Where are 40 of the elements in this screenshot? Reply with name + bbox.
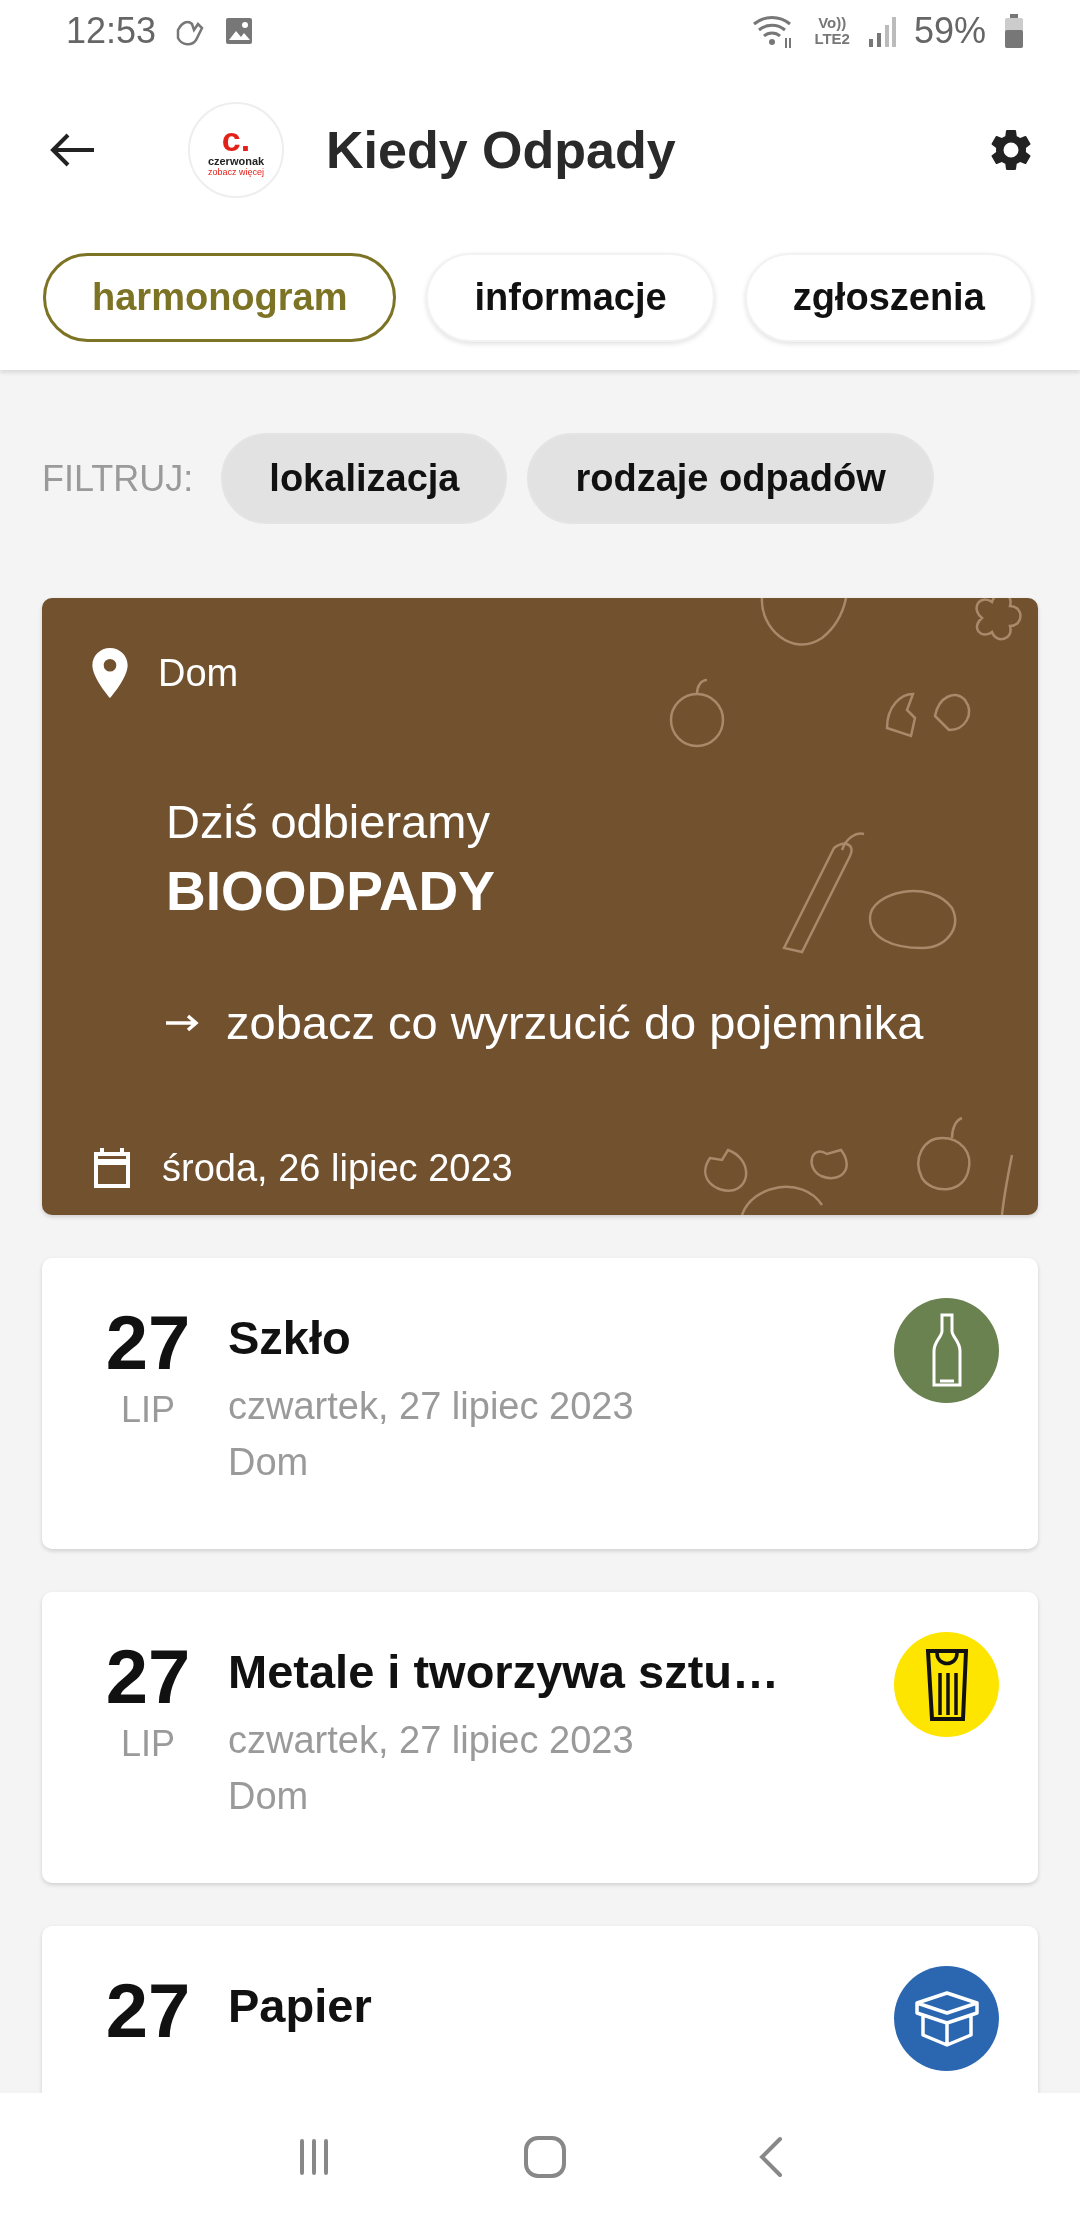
battery-percent: 59%: [913, 10, 986, 52]
pickup-date: środa, 26 lipiec 2023: [162, 1146, 513, 1190]
app-title: Kiedy Odpady: [326, 120, 677, 180]
battery-icon: [1004, 14, 1024, 48]
signal-icon: [867, 15, 896, 47]
tab[interactable]: informacje: [426, 253, 715, 342]
image-icon: [224, 16, 255, 46]
schedule-card[interactable]: 27 LIP Metale i tworzywa sztu… czwartek, 27 lipiec 2023 Dom: [42, 1592, 1038, 1883]
month-label: LIP: [120, 1388, 175, 1432]
network-label: Vo)) LTE2: [814, 15, 850, 47]
location-text: Dom: [228, 1440, 310, 1485]
app-logo: c. czerwonak zobacz więcej: [188, 102, 284, 198]
pickup-date: czwartek, 27 lipiec 2023: [228, 1718, 635, 1763]
back-button[interactable]: [50, 132, 96, 168]
location-text: Dom: [158, 651, 239, 695]
waste-title: Szkło: [228, 1310, 352, 1366]
tab[interactable]: zgłoszenia: [744, 253, 1033, 342]
clock: 12:53: [66, 10, 157, 52]
waste-title: Metale i tworzywa sztu…: [228, 1644, 781, 1700]
filter-label: FILTRUJ:: [42, 457, 194, 500]
calendar-icon: [92, 1146, 132, 1190]
today-intro: Dziś odbieramy: [166, 794, 491, 849]
day-number: 27: [105, 1299, 191, 1387]
arrow-icon: [166, 1013, 200, 1032]
tab[interactable]: harmonogram: [43, 253, 397, 342]
location-text: Dom: [228, 1774, 310, 1819]
bin-contents-link[interactable]: zobacz co wyrzucić do pojemnika: [166, 995, 924, 1050]
schedule-card[interactable]: 27 Papier: [42, 1926, 1038, 2093]
day-number: 27: [105, 1633, 191, 1721]
filter-chip[interactable]: lokalizacja: [221, 433, 508, 524]
waste-type: BIOODPADY: [166, 859, 496, 923]
waste-title: Papier: [228, 1978, 373, 2034]
month-label: LIP: [120, 1722, 175, 1766]
home-button[interactable]: [523, 2134, 567, 2179]
schedule-card[interactable]: 27 LIP Szkło czwartek, 27 lipiec 2023 Dom: [42, 1258, 1038, 1549]
location-pin-icon: [92, 648, 128, 698]
today-card[interactable]: Dom Dziś odbieramy BIOODPADY zobacz co wyrzucić do pojemnika środa, 26 lipiec 2023: [42, 598, 1038, 1215]
filter-chip[interactable]: rodzaje odpadów: [527, 433, 934, 524]
pickup-date: czwartek, 27 lipiec 2023: [228, 1384, 635, 1429]
day-number: 27: [105, 1967, 191, 2055]
